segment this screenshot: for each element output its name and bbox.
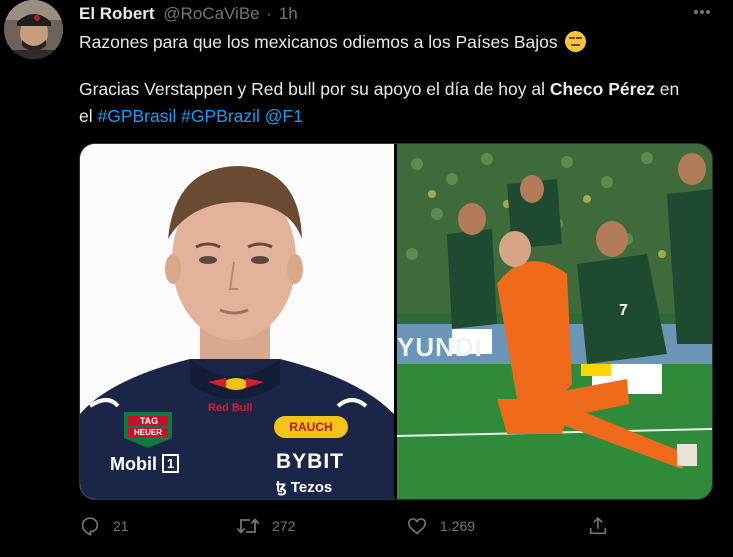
mobil-number: 1 — [162, 454, 180, 473]
expressionless-face-icon — [565, 31, 587, 52]
tezos-logo-text: ꜩ Tezos — [276, 479, 333, 496]
share-button[interactable] — [587, 514, 609, 538]
reply-button[interactable]: 21 — [79, 514, 129, 538]
heuer-logo-text: HEUER — [133, 428, 162, 437]
retweet-button[interactable]: 272 — [236, 514, 295, 538]
driver-portrait-image[interactable]: TAG HEUER Red Bull RAUCH Mobil 1 BYBIT ꜩ… — [80, 144, 394, 499]
mobil-logo-text: Mobil — [110, 454, 157, 474]
retweet-icon — [236, 518, 260, 534]
tweet-time[interactable]: 1h — [279, 4, 298, 23]
avatar[interactable] — [4, 0, 63, 59]
like-count: 1.269 — [440, 518, 476, 534]
tweet-text: Gracias Verstappen y Red bull por su apo… — [79, 79, 550, 99]
tweet-text: Razones para que los mexicanos odiemos a… — [79, 32, 558, 52]
retweet-count: 272 — [272, 518, 296, 534]
hashtag-link[interactable]: #GPBrazil — [181, 106, 260, 126]
reply-count: 21 — [113, 518, 129, 534]
tweet-text-line-2: Gracias Verstappen y Red bull por su apo… — [79, 76, 679, 102]
tweet-text-line-1: Razones para que los mexicanos odiemos a… — [79, 29, 587, 55]
stadium-banner-text: YUNDI — [397, 332, 483, 362]
tweet-text-line-3: el #GPBrasil #GPBrazil @F1 — [79, 103, 303, 129]
tweet-header: El Robert @RoCaViBe · 1h — [79, 4, 298, 24]
mobil-logo: Mobil 1 — [110, 454, 180, 475]
heart-icon — [407, 518, 427, 535]
redbull-logo-text: Red Bull — [208, 402, 253, 414]
tag-logo-text: TAG — [139, 416, 159, 426]
reply-icon — [81, 517, 99, 536]
tweet-media[interactable]: TAG HEUER Red Bull RAUCH Mobil 1 BYBIT ꜩ… — [79, 143, 713, 500]
bold-text: Checo Pérez — [549, 79, 655, 99]
like-button[interactable]: 1.269 — [406, 514, 475, 538]
tweet-text: en — [654, 79, 680, 99]
hashtag-link[interactable]: #GPBrasil — [97, 106, 176, 126]
author-handle[interactable]: @RoCaViBe — [163, 4, 259, 23]
tweet-text: el — [79, 106, 98, 126]
football-match-image[interactable]: YUNDI 7 — [396, 144, 712, 499]
header-separator: · — [266, 4, 273, 23]
more-options-button[interactable] — [689, 2, 715, 22]
jersey-number: 7 — [619, 302, 628, 319]
more-icon — [694, 10, 710, 14]
share-icon — [589, 517, 607, 535]
author-name[interactable]: El Robert — [79, 4, 155, 23]
mention-link[interactable]: @F1 — [265, 106, 303, 126]
rauch-logo-text: RAUCH — [289, 420, 333, 434]
bybit-logo-text: BYBIT — [276, 450, 344, 473]
